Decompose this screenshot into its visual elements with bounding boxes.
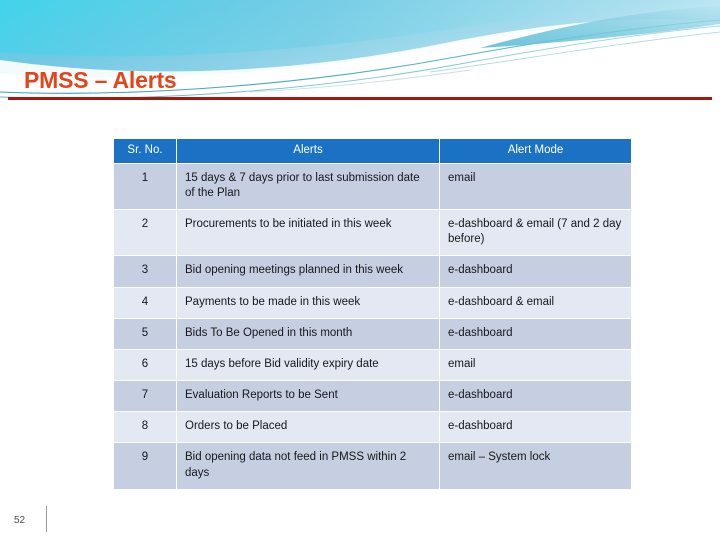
slide-number: 52: [14, 515, 26, 526]
cell-sr-no: 1: [114, 163, 176, 209]
cell-alert: Procurements to be initiated in this wee…: [177, 209, 439, 256]
column-header-alert-mode: Alert Mode: [440, 139, 631, 163]
cell-alert-mode: e-dashboard: [440, 381, 631, 412]
cell-alert: Orders to be Placed: [177, 412, 439, 443]
column-header-alerts: Alerts: [177, 139, 439, 163]
cell-sr-no: 6: [114, 349, 176, 381]
cell-alert: Bid opening data not feed in PMSS within…: [177, 443, 439, 489]
cell-alert-mode: e-dashboard: [440, 318, 631, 349]
cell-alert-mode: email – System lock: [440, 443, 631, 489]
cell-alert: Bid opening meetings planned in this wee…: [177, 256, 439, 287]
alerts-table: Sr. No. Alerts Alert Mode 1 15 days & 7 …: [113, 138, 632, 490]
table-row: 1 15 days & 7 days prior to last submiss…: [114, 163, 631, 209]
cell-alert-mode: email: [440, 349, 631, 381]
cell-alert: 15 days before Bid validity expiry date: [177, 349, 439, 381]
cell-alert-mode: e-dashboard & email (7 and 2 day before): [440, 209, 631, 256]
cell-sr-no: 7: [114, 381, 176, 412]
cell-alert-mode: e-dashboard: [440, 256, 631, 287]
page-title: PMSS – Alerts: [24, 67, 177, 93]
cell-alert-mode: e-dashboard: [440, 412, 631, 443]
cell-alert: 15 days & 7 days prior to last submissio…: [177, 163, 439, 209]
alerts-table-container: Sr. No. Alerts Alert Mode 1 15 days & 7 …: [113, 138, 632, 490]
table-row: 5 Bids To Be Opened in this month e-dash…: [114, 318, 631, 349]
cell-sr-no: 5: [114, 318, 176, 349]
footer-divider: [46, 506, 47, 532]
table-row: 4 Payments to be made in this week e-das…: [114, 287, 631, 318]
cell-sr-no: 8: [114, 412, 176, 443]
cell-sr-no: 3: [114, 256, 176, 287]
table-row: 2 Procurements to be initiated in this w…: [114, 209, 631, 256]
table-row: 3 Bid opening meetings planned in this w…: [114, 256, 631, 287]
cell-sr-no: 4: [114, 287, 176, 318]
cell-alert-mode: e-dashboard & email: [440, 287, 631, 318]
cell-alert-mode: email: [440, 163, 631, 209]
title-underline-rule: [8, 97, 712, 100]
table-body: 1 15 days & 7 days prior to last submiss…: [114, 163, 631, 489]
table-header: Sr. No. Alerts Alert Mode: [114, 139, 631, 163]
table-row: 7 Evaluation Reports to be Sent e-dashbo…: [114, 381, 631, 412]
table-row: 8 Orders to be Placed e-dashboard: [114, 412, 631, 443]
cell-alert: Evaluation Reports to be Sent: [177, 381, 439, 412]
cell-alert: Payments to be made in this week: [177, 287, 439, 318]
cell-alert: Bids To Be Opened in this month: [177, 318, 439, 349]
table-header-row: Sr. No. Alerts Alert Mode: [114, 139, 631, 163]
table-row: 6 15 days before Bid validity expiry dat…: [114, 349, 631, 381]
cell-sr-no: 2: [114, 209, 176, 256]
cell-sr-no: 9: [114, 443, 176, 489]
table-row: 9 Bid opening data not feed in PMSS with…: [114, 443, 631, 489]
column-header-sr-no: Sr. No.: [114, 139, 176, 163]
